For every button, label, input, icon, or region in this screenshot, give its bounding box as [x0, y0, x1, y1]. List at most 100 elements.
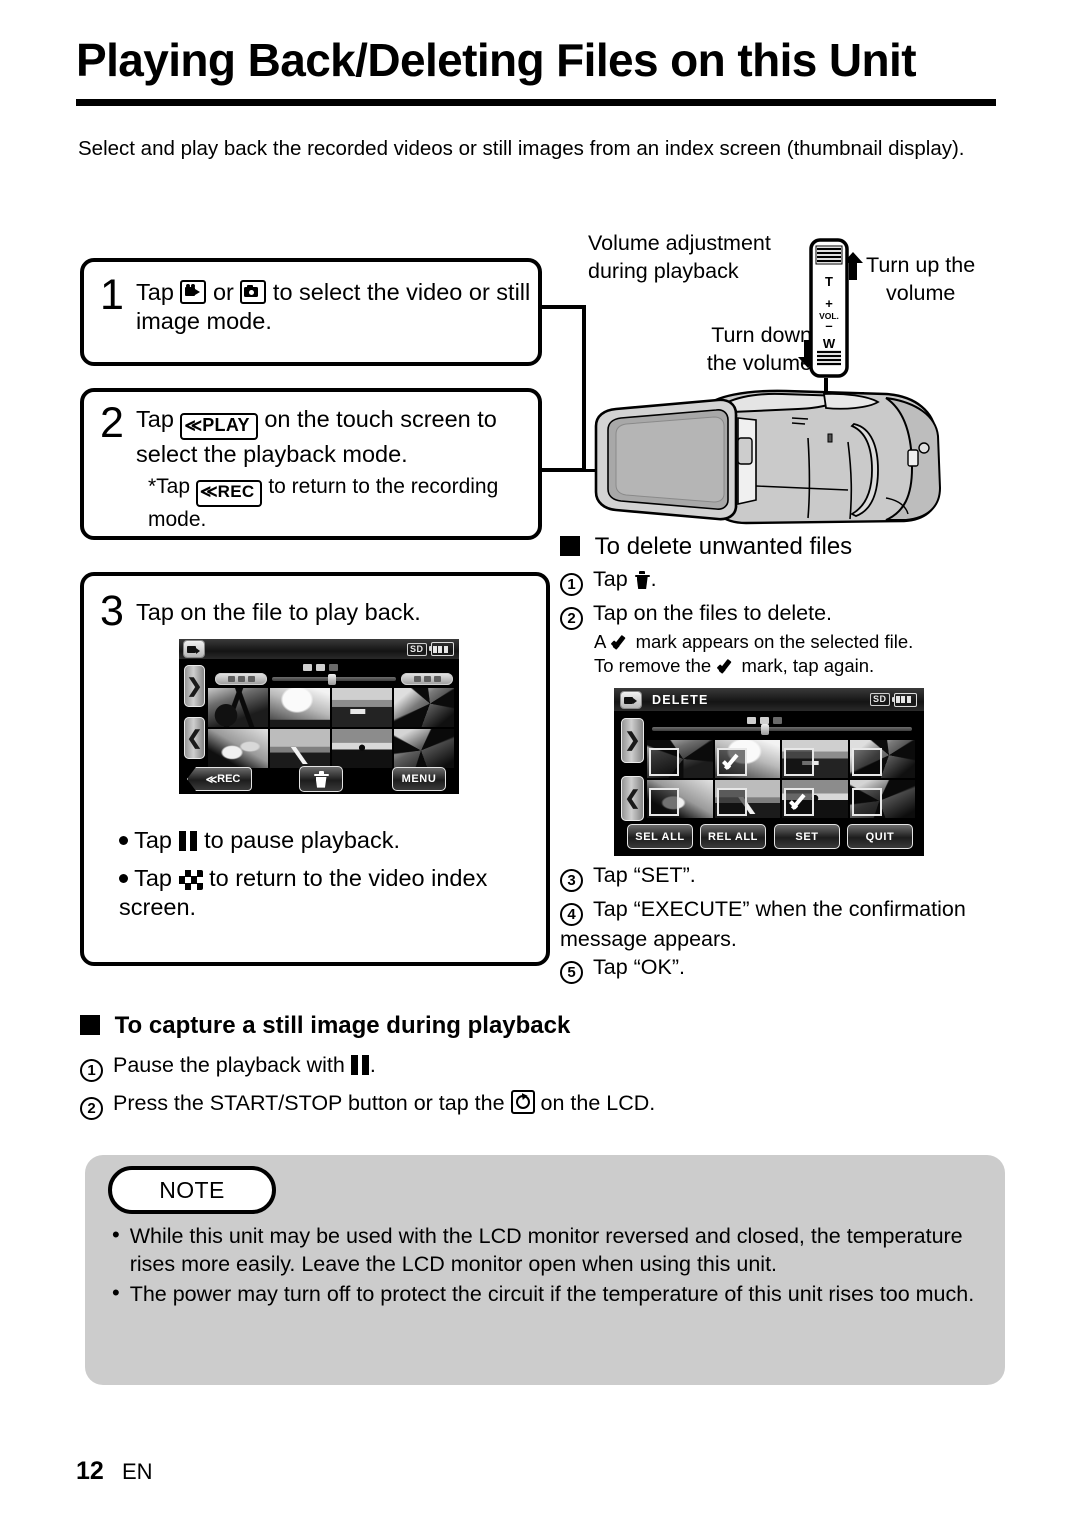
index-rec-button[interactable]: ≪ REC — [187, 767, 252, 791]
volume-caption-line2: during playback — [588, 258, 739, 283]
delete-scroll-bar[interactable] — [652, 723, 912, 735]
thumbnail-item[interactable] — [782, 740, 848, 778]
turn-down-volume-label: Turn down the volume — [672, 322, 812, 377]
file-checkbox-checked[interactable] — [716, 748, 747, 776]
volume-caption: Volume adjustment during playback — [588, 230, 818, 285]
delete-set-label: SET — [795, 830, 819, 843]
step-2-text: Tap ≪ PLAY on the touch screen to select … — [136, 405, 536, 469]
index-thumbnail-grid — [208, 688, 454, 768]
delete-step-4-text: Tap “EXECUTE” when the confirmation mess… — [560, 897, 966, 951]
thumbnail-item[interactable] — [849, 780, 915, 818]
index-scroll-left-pill[interactable] — [215, 673, 267, 685]
thumbnail-item[interactable] — [208, 729, 268, 768]
index-delete-button[interactable] — [299, 766, 343, 792]
circled-number: 4 — [560, 903, 583, 926]
circled-number: 3 — [560, 869, 583, 892]
manual-page: Playing Back/Deleting Files on this Unit… — [0, 0, 1080, 1522]
connector-step1-horizontal — [542, 305, 586, 309]
svg-text:T: T — [825, 274, 833, 289]
delete-thumbnail-grid — [647, 740, 915, 818]
delete-scroll-thumb[interactable] — [761, 723, 770, 735]
thumbnail-item[interactable] — [714, 780, 780, 818]
index-screen-status-bar: SD — [179, 639, 459, 659]
delete-set-button[interactable]: SET — [774, 824, 840, 849]
thumbnail-item[interactable] — [332, 729, 392, 768]
delete-prev-page-arrow[interactable]: ❮ — [621, 776, 644, 821]
index-scroll-right-pill[interactable] — [401, 673, 453, 685]
file-checkbox[interactable] — [784, 748, 814, 776]
delete-screen-title: DELETE — [652, 692, 709, 707]
turn-up-volume-label: Turn up the volume — [866, 252, 1016, 307]
check-note-line2-a: To remove the — [594, 655, 712, 676]
video-mode-icon — [184, 641, 204, 657]
delete-screen-lcd: DELETE SD ❯ ❮ SEL ALL REL ALL SET QUIT — [614, 688, 924, 856]
capture-section-heading-text: To capture a still image during playback — [114, 1012, 571, 1039]
index-next-page-arrow[interactable]: ❯ — [184, 665, 205, 707]
delete-scroll-track[interactable] — [652, 723, 912, 735]
index-menu-button[interactable]: MENU — [392, 767, 446, 791]
delete-step-1-after: . — [650, 567, 657, 591]
video-mode-icon — [180, 280, 207, 304]
svg-text:+: + — [825, 296, 833, 311]
page-language: EN — [122, 1459, 153, 1484]
capture-step-1-after: . — [369, 1053, 376, 1077]
delete-step-5: 5 Tap “OK”. — [560, 954, 990, 984]
file-checkbox-checked[interactable] — [784, 788, 814, 816]
index-screen-icon — [178, 870, 203, 890]
thumbnail-item[interactable] — [714, 740, 780, 778]
bullet-dot — [119, 874, 128, 883]
delete-step-2: 2 Tap on the files to delete. — [560, 600, 990, 630]
step-3-bullet-1: Tap to pause playback. — [119, 826, 529, 855]
step-3-bullet-2-after: to return to the video index screen. — [119, 865, 488, 920]
check-note-line2-b: mark, tap again. — [741, 655, 875, 676]
file-checkbox[interactable] — [716, 788, 747, 816]
sd-card-badge: SD — [869, 693, 890, 706]
turn-up-line2: volume — [886, 280, 956, 305]
thumbnail-item[interactable] — [394, 729, 454, 768]
delete-quit-button[interactable]: QUIT — [847, 824, 913, 849]
step-3-bullet-2: Tap to return to the video index screen. — [119, 864, 519, 922]
delete-sel-all-button[interactable]: SEL ALL — [627, 824, 693, 849]
thumbnail-item[interactable] — [647, 780, 713, 818]
delete-step-1-before: Tap — [592, 567, 628, 591]
file-checkbox[interactable] — [649, 788, 679, 816]
capture-step-2-before: Press the START/STOP button or tap the — [112, 1091, 505, 1115]
delete-section-heading-text: To delete unwanted files — [594, 533, 853, 560]
index-scroll-thumb[interactable] — [327, 673, 336, 685]
note-label-pill: NOTE — [108, 1166, 276, 1214]
thumbnail-item[interactable] — [647, 740, 713, 778]
index-menu-button-label: MENU — [401, 773, 437, 785]
delete-step-3: 3 Tap “SET”. — [560, 862, 990, 892]
circled-number: 2 — [80, 1097, 103, 1120]
delete-rel-all-button[interactable]: REL ALL — [700, 824, 766, 849]
battery-icon — [891, 692, 917, 707]
index-prev-page-arrow[interactable]: ❮ — [184, 717, 205, 759]
file-checkbox[interactable] — [649, 748, 679, 776]
index-scroll-bar[interactable] — [215, 673, 453, 685]
snapshot-icon — [510, 1090, 535, 1114]
thumbnail-item[interactable] — [270, 688, 330, 727]
video-mode-icon — [621, 691, 641, 708]
trash-icon — [634, 570, 651, 590]
delete-next-page-arrow[interactable]: ❯ — [621, 718, 644, 763]
pause-icon — [178, 831, 198, 851]
page-number: 12 — [76, 1457, 104, 1485]
file-checkbox[interactable] — [851, 788, 882, 816]
trash-icon — [313, 770, 329, 788]
index-scroll-track[interactable] — [272, 673, 396, 685]
thumbnail-item[interactable] — [849, 740, 915, 778]
thumbnail-item[interactable] — [782, 780, 848, 818]
thumbnail-item[interactable] — [208, 688, 268, 727]
step-3-text: Tap on the file to play back. — [136, 599, 421, 625]
thumbnail-item[interactable] — [394, 688, 454, 727]
file-checkbox[interactable] — [851, 748, 882, 776]
delete-step-1: 1 Tap . — [560, 566, 980, 596]
note-bullet-list: • While this unit may be used with the L… — [112, 1222, 992, 1310]
thumbnail-item[interactable] — [270, 729, 330, 768]
page-title: Playing Back/Deleting Files on this Unit — [76, 34, 917, 86]
zoom-volume-lever[interactable]: T + VOL. – W — [808, 238, 854, 380]
play-token: ≪ PLAY — [180, 413, 258, 440]
connector-step2-horizontal — [542, 468, 586, 472]
thumbnail-item[interactable] — [332, 688, 392, 727]
volume-caption-line1: Volume adjustment — [588, 231, 771, 255]
